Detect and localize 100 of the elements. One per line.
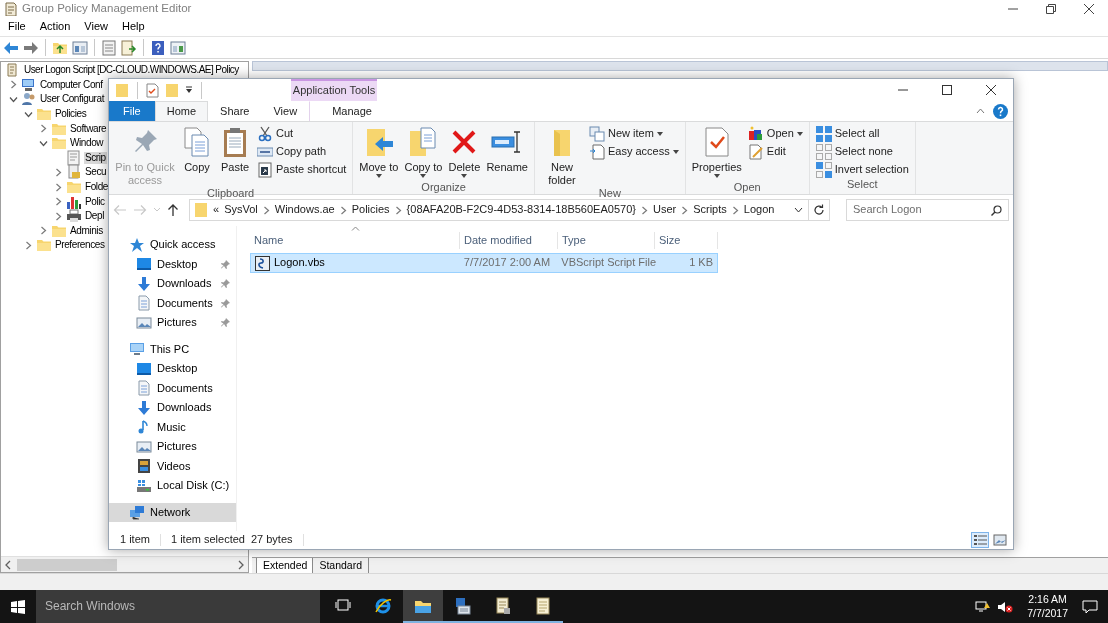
up-icon[interactable] [167,203,179,217]
ribbon-button[interactable]: Rename [484,125,530,175]
column-header[interactable]: Size [655,232,718,249]
menu-item[interactable]: Help [114,20,152,34]
dropdown-icon[interactable] [794,207,803,213]
ribbon-button[interactable]: Copy to [402,125,445,181]
collapse-icon[interactable] [23,110,33,118]
menu-item[interactable]: View [77,20,115,34]
address-bar[interactable]: « SysVol Windows.ae Policies {08AFA20B-F2C9-4D53-8314-18B560EA0570} User Scripts Logon [189,199,830,221]
search-field[interactable]: Search Logon [846,199,1009,221]
ribbon-button[interactable]: Easy access [586,143,681,160]
file-row[interactable]: Logon.vbs 7/7/2017 2:00 AM VBScript Script File 1 KB [250,253,718,273]
chevron-icon[interactable] [731,205,739,215]
chevron-icon[interactable] [681,205,689,215]
ribbon-button[interactable]: Select none [813,143,911,160]
tree-item[interactable]: Computer Conf [39,78,104,91]
nav-item[interactable]: Music [109,417,236,437]
nav-item[interactable]: Quick access [109,235,236,255]
close-icon[interactable] [986,85,996,95]
help-icon[interactable] [993,103,1008,119]
ribbon-button[interactable]: Invert selection [813,161,911,178]
chevron-icon[interactable] [262,205,270,215]
help-icon[interactable] [150,39,166,56]
tree-item[interactable]: User Configurat [39,93,106,106]
taskbar-button[interactable] [403,590,443,623]
nav-item[interactable]: Desktop [109,359,236,379]
expand-icon[interactable] [54,197,62,207]
expand-icon[interactable] [54,167,62,177]
tree-item[interactable]: Scrip [84,151,107,164]
clock-time[interactable]: 2:16 AM [1027,593,1068,607]
expand-icon[interactable] [39,226,47,236]
nav-item[interactable]: Desktop [109,254,236,274]
ribbon-button[interactable]: Copy [179,125,215,175]
clock-date[interactable]: 7/7/2017 [1027,606,1068,620]
show-tree-icon[interactable] [72,39,88,56]
nav-item[interactable]: This PC [109,339,236,359]
tree-item[interactable]: Secu [84,166,108,179]
ribbon-tab[interactable]: Home [154,101,209,121]
breadcrumb[interactable]: Policies [351,203,390,217]
file-tab[interactable]: File [109,101,155,121]
breadcrumb[interactable]: Logon [743,203,775,217]
ribbon-tab[interactable]: Share [208,101,262,121]
nav-item[interactable]: Downloads [109,398,236,418]
nav-item[interactable]: Documents [109,293,236,313]
nav-item[interactable]: Downloads [109,274,236,294]
breadcrumb[interactable]: User [652,203,677,217]
tree-item[interactable]: Software [69,122,108,135]
tree-item[interactable]: Adminis [69,224,104,237]
maximize-icon[interactable] [942,85,952,95]
scrollbar-thumb[interactable] [17,558,117,571]
breadcrumb[interactable]: SysVol [224,203,258,217]
chevron-icon[interactable] [394,205,402,215]
tree-item[interactable]: Folde [84,181,109,194]
chevron-icon[interactable] [339,205,347,215]
view-button[interactable] [991,532,1009,548]
tree-item[interactable]: Preferences [54,239,106,252]
ribbon-button[interactable]: New folder [538,125,585,188]
breadcrumb[interactable]: {08AFA20B-F2C9-4D53-8314-18B560EA0570} [406,203,636,217]
ribbon-button[interactable]: Delete [446,125,483,181]
ribbon-button[interactable]: Cut [255,125,349,142]
tree-item[interactable]: Window [69,137,105,150]
action-pane-icon[interactable] [170,39,186,56]
tree-item[interactable]: Policies [54,108,88,121]
network-icon[interactable] [975,598,992,615]
refresh-icon[interactable] [813,204,825,216]
sheet-tab[interactable]: Extended [256,558,315,574]
nav-item[interactable]: Pictures [109,313,236,333]
ribbon-button[interactable]: Move to [357,125,401,181]
sheet-tab[interactable]: Standard [312,558,369,574]
notification-icon[interactable] [1082,598,1098,615]
close-icon[interactable] [1084,4,1094,14]
view-button[interactable] [971,532,989,548]
search-icon[interactable] [991,204,1002,216]
expand-icon[interactable] [24,240,32,250]
collapse-icon[interactable] [38,139,48,147]
tree-item[interactable]: Depl [84,210,105,223]
ribbon-button[interactable]: Select all [813,125,911,142]
expand-icon[interactable] [9,80,17,90]
collapse-icon[interactable] [8,96,18,103]
ribbon-button[interactable]: Paste shortcut [255,161,349,178]
expand-icon[interactable] [54,182,62,192]
chevron-icon[interactable] [640,205,648,215]
column-header[interactable]: Date modified [460,232,558,249]
properties-icon[interactable] [146,82,159,98]
export-icon[interactable] [121,39,137,56]
overflow-button[interactable]: « [213,203,220,217]
collapse-ribbon-icon[interactable] [976,108,985,114]
ribbon-button[interactable]: Open [745,125,805,142]
menu-item[interactable]: Action [32,20,78,34]
nav-item[interactable]: Videos [109,456,236,476]
nav-item[interactable]: Documents [109,378,236,398]
windows-logo-icon[interactable] [11,599,25,614]
search-field[interactable]: Search Windows [36,590,320,623]
tree-item[interactable]: User Logon Script [DC-CLOUD.WINDOWS.AE] Policy [23,64,240,77]
ribbon-button[interactable]: New item [586,125,681,142]
ribbon-button[interactable]: Edit [745,143,805,160]
nav-item[interactable]: Network [109,502,236,522]
column-header[interactable]: Type [558,232,655,249]
forward-icon[interactable] [23,39,39,56]
nav-item[interactable]: Local Disk (C:) [109,476,236,496]
